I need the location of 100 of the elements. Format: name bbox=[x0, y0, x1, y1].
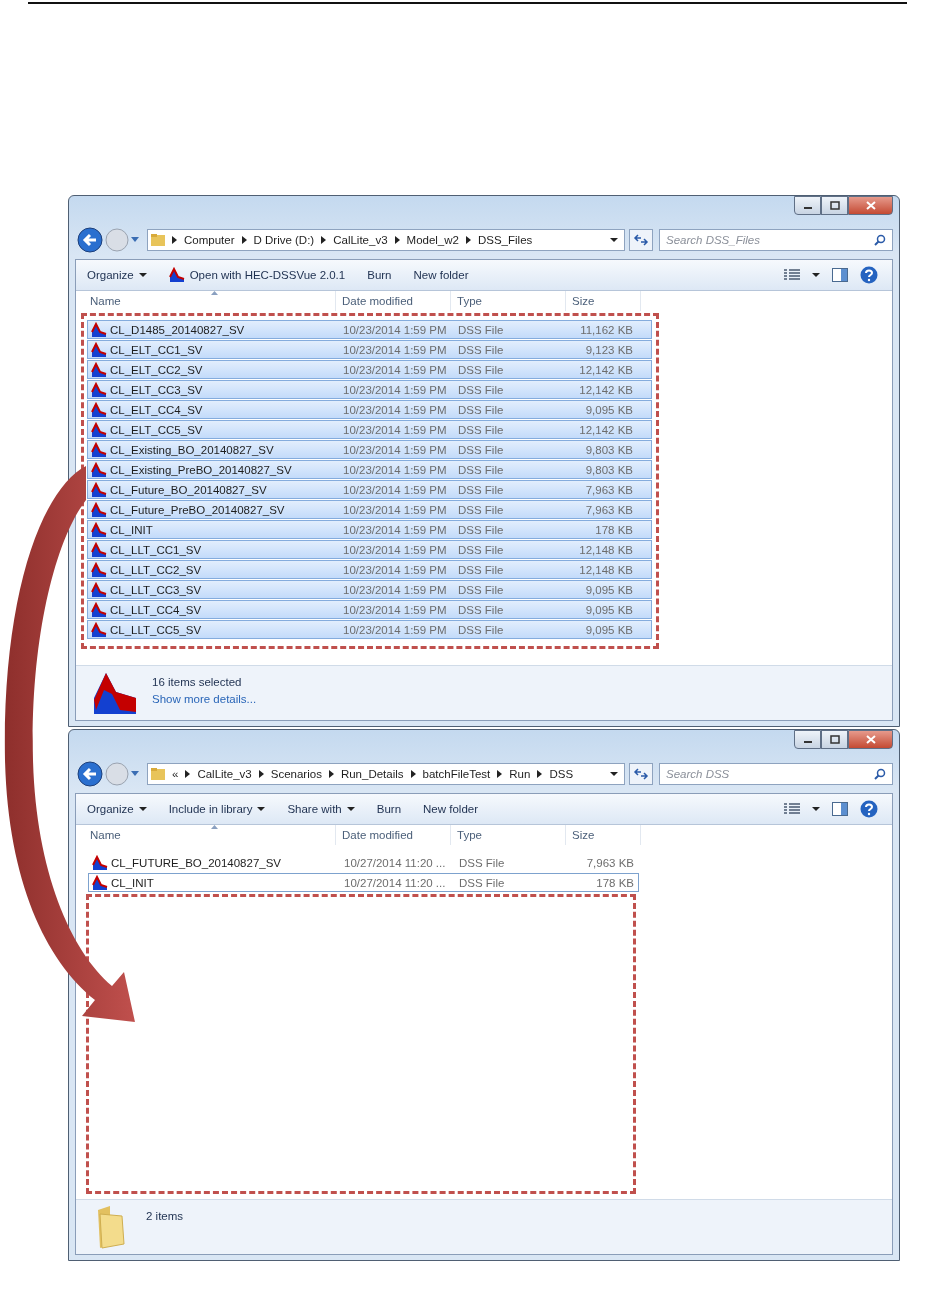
file-row[interactable]: CL_Future_PreBO_20140827_SV 10/23/2014 1:59 PM DSS File 7,963 KB bbox=[87, 500, 652, 519]
breadcrumb[interactable]: CalLite_v3 bbox=[197, 768, 252, 780]
caret-icon[interactable] bbox=[812, 272, 820, 278]
back-button[interactable] bbox=[77, 227, 103, 253]
file-name: CL_ELT_CC4_SV bbox=[109, 403, 204, 416]
file-row[interactable]: CL_ELT_CC3_SV 10/23/2014 1:59 PM DSS File 12,142 KB bbox=[87, 380, 652, 399]
file-row[interactable]: CL_Existing_BO_20140827_SV 10/23/2014 1:59 PM DSS File 9,803 KB bbox=[87, 440, 652, 459]
chevron-icon[interactable] bbox=[172, 236, 177, 244]
chart-file-icon bbox=[91, 521, 107, 538]
toolbar-button[interactable]: Burn bbox=[371, 801, 407, 817]
close-icon bbox=[865, 201, 876, 210]
breadcrumb[interactable]: Run bbox=[509, 768, 531, 780]
chevron-icon[interactable] bbox=[497, 770, 503, 778]
dropdown-icon[interactable] bbox=[610, 771, 618, 777]
breadcrumb[interactable]: D Drive (D:) bbox=[253, 234, 315, 246]
chevron-icon[interactable] bbox=[185, 770, 191, 778]
maximize-button[interactable] bbox=[821, 730, 848, 749]
file-row[interactable]: CL_LLT_CC4_SV 10/23/2014 1:59 PM DSS File 9,095 KB bbox=[87, 600, 652, 619]
toolbar-button[interactable]: New folder bbox=[418, 801, 483, 817]
type-cell-text: DSS File bbox=[458, 523, 505, 536]
preview-pane-icon[interactable] bbox=[832, 802, 848, 816]
file-name: CL_LLT_CC1_SV bbox=[109, 543, 203, 556]
column-header[interactable]: Date modified bbox=[336, 825, 451, 845]
breadcrumb[interactable]: DSS_Files bbox=[477, 234, 533, 246]
file-row[interactable]: CL_LLT_CC2_SV 10/23/2014 1:59 PM DSS File 12,148 KB bbox=[87, 560, 652, 579]
file-row[interactable]: CL_ELT_CC4_SV 10/23/2014 1:59 PM DSS File 9,095 KB bbox=[87, 400, 652, 419]
help-icon[interactable] bbox=[860, 800, 878, 818]
breadcrumb[interactable]: DSS bbox=[549, 768, 574, 780]
search-icon bbox=[874, 234, 886, 246]
breadcrumb[interactable]: Computer bbox=[184, 234, 235, 246]
column-header[interactable]: Type bbox=[451, 825, 566, 845]
file-name: CL_INIT bbox=[110, 876, 155, 889]
close-button[interactable] bbox=[848, 196, 893, 215]
column-header[interactable]: Size bbox=[566, 825, 641, 845]
chevron-icon[interactable] bbox=[241, 236, 247, 244]
dropdown-icon[interactable] bbox=[610, 237, 618, 243]
file-row[interactable]: CL_INIT 10/23/2014 1:59 PM DSS File 178 KB bbox=[87, 520, 652, 539]
caret-icon[interactable] bbox=[812, 806, 820, 812]
file-name: CL_LLT_CC3_SV bbox=[109, 583, 203, 596]
chart-file-icon bbox=[91, 441, 107, 458]
toolbar-button[interactable]: New folder bbox=[408, 267, 474, 283]
view-icon[interactable] bbox=[784, 803, 800, 815]
breadcrumb[interactable]: Run_Details bbox=[340, 768, 404, 780]
back-button[interactable] bbox=[77, 761, 103, 787]
column-header[interactable]: Size bbox=[566, 291, 641, 311]
chevron-icon[interactable] bbox=[410, 770, 416, 778]
chart-file-icon bbox=[91, 601, 107, 618]
chevron-icon[interactable] bbox=[537, 770, 543, 778]
toolbar-button[interactable]: Share with bbox=[282, 801, 360, 817]
breadcrumb[interactable]: CalLite_v3 bbox=[333, 234, 388, 246]
minimize-button[interactable] bbox=[794, 730, 821, 749]
maximize-button[interactable] bbox=[821, 196, 848, 215]
type-cell-text: DSS File bbox=[458, 383, 505, 396]
size-cell-text: 12,142 KB bbox=[578, 383, 633, 396]
file-row[interactable]: CL_LLT_CC3_SV 10/23/2014 1:59 PM DSS File 9,095 KB bbox=[87, 580, 652, 599]
column-header[interactable]: Type bbox=[451, 291, 566, 311]
file-row[interactable]: CL_ELT_CC1_SV 10/23/2014 1:59 PM DSS File 9,123 KB bbox=[87, 340, 652, 359]
type-cell-text: DSS File bbox=[458, 563, 505, 576]
address-bar[interactable]: « CalLite_v3 Scenarios Run_Details batchFileTest Run DSS bbox=[147, 763, 625, 785]
file-row[interactable]: CL_D1485_20140827_SV 10/23/2014 1:59 PM DSS File 11,162 KB bbox=[87, 320, 652, 339]
toolbar-button[interactable]: Include in library bbox=[163, 801, 271, 817]
breadcrumb[interactable]: Model_w2 bbox=[406, 234, 459, 246]
address-bar[interactable]: Computer D Drive (D:) CalLite_v3 Model_w2 DSS_Files bbox=[147, 229, 625, 251]
file-row[interactable]: CL_LLT_CC1_SV 10/23/2014 1:59 PM DSS File 12,148 KB bbox=[87, 540, 652, 559]
file-row[interactable]: CL_Existing_PreBO_20140827_SV 10/23/2014 1:59 PM DSS File 9,803 KB bbox=[87, 460, 652, 479]
view-icon[interactable] bbox=[784, 269, 800, 281]
chart-file-icon bbox=[91, 501, 107, 518]
breadcrumb[interactable]: batchFileTest bbox=[422, 768, 491, 780]
column-header[interactable]: Date modified bbox=[336, 291, 451, 311]
file-row[interactable]: CL_INIT 10/27/2014 11:20 ... DSS File 178 KB bbox=[88, 873, 639, 892]
status-text: 16 items selected bbox=[152, 676, 243, 688]
chevron-icon[interactable] bbox=[258, 770, 264, 778]
preview-pane-icon[interactable] bbox=[832, 268, 848, 282]
toolbar-button[interactable]: Burn bbox=[362, 267, 397, 283]
refresh-button[interactable] bbox=[629, 229, 653, 251]
toolbar-button[interactable]: Organize bbox=[82, 267, 152, 283]
date-cell-text: 10/23/2014 1:59 PM bbox=[343, 463, 448, 476]
minimize-button[interactable] bbox=[794, 196, 821, 215]
toolbar-button[interactable]: Organize bbox=[82, 801, 152, 817]
breadcrumb[interactable]: Scenarios bbox=[270, 768, 322, 780]
refresh-button[interactable] bbox=[629, 763, 653, 785]
type-cell-text: DSS File bbox=[458, 463, 505, 476]
file-row[interactable]: CL_ELT_CC5_SV 10/23/2014 1:59 PM DSS File 12,142 KB bbox=[87, 420, 652, 439]
search-field[interactable]: Search DSS_Files bbox=[659, 229, 893, 251]
close-button[interactable] bbox=[848, 730, 893, 749]
file-row[interactable]: CL_ELT_CC2_SV 10/23/2014 1:59 PM DSS File 12,142 KB bbox=[87, 360, 652, 379]
chevron-icon[interactable] bbox=[394, 236, 400, 244]
file-row[interactable]: CL_FUTURE_BO_20140827_SV 10/27/2014 11:20 ... DSS File 7,963 KB bbox=[88, 853, 639, 872]
chevron-icon[interactable] bbox=[465, 236, 471, 244]
file-row[interactable]: CL_Future_BO_20140827_SV 10/23/2014 1:59 PM DSS File 7,963 KB bbox=[87, 480, 652, 499]
chevron-icon[interactable] bbox=[321, 236, 327, 244]
toolbar-button[interactable]: Open with HEC-DSSVue 2.0.1 bbox=[163, 265, 351, 285]
chevron-icon[interactable] bbox=[328, 770, 334, 778]
caret-icon bbox=[346, 806, 355, 812]
search-field[interactable]: Search DSS bbox=[659, 763, 893, 785]
overflow-marker[interactable]: « bbox=[172, 768, 179, 780]
file-row[interactable]: CL_LLT_CC5_SV 10/23/2014 1:59 PM DSS File 9,095 KB bbox=[87, 620, 652, 639]
help-icon[interactable] bbox=[860, 266, 878, 284]
chart-file-icon bbox=[168, 267, 185, 283]
details-link[interactable]: Show more details... bbox=[152, 693, 257, 705]
